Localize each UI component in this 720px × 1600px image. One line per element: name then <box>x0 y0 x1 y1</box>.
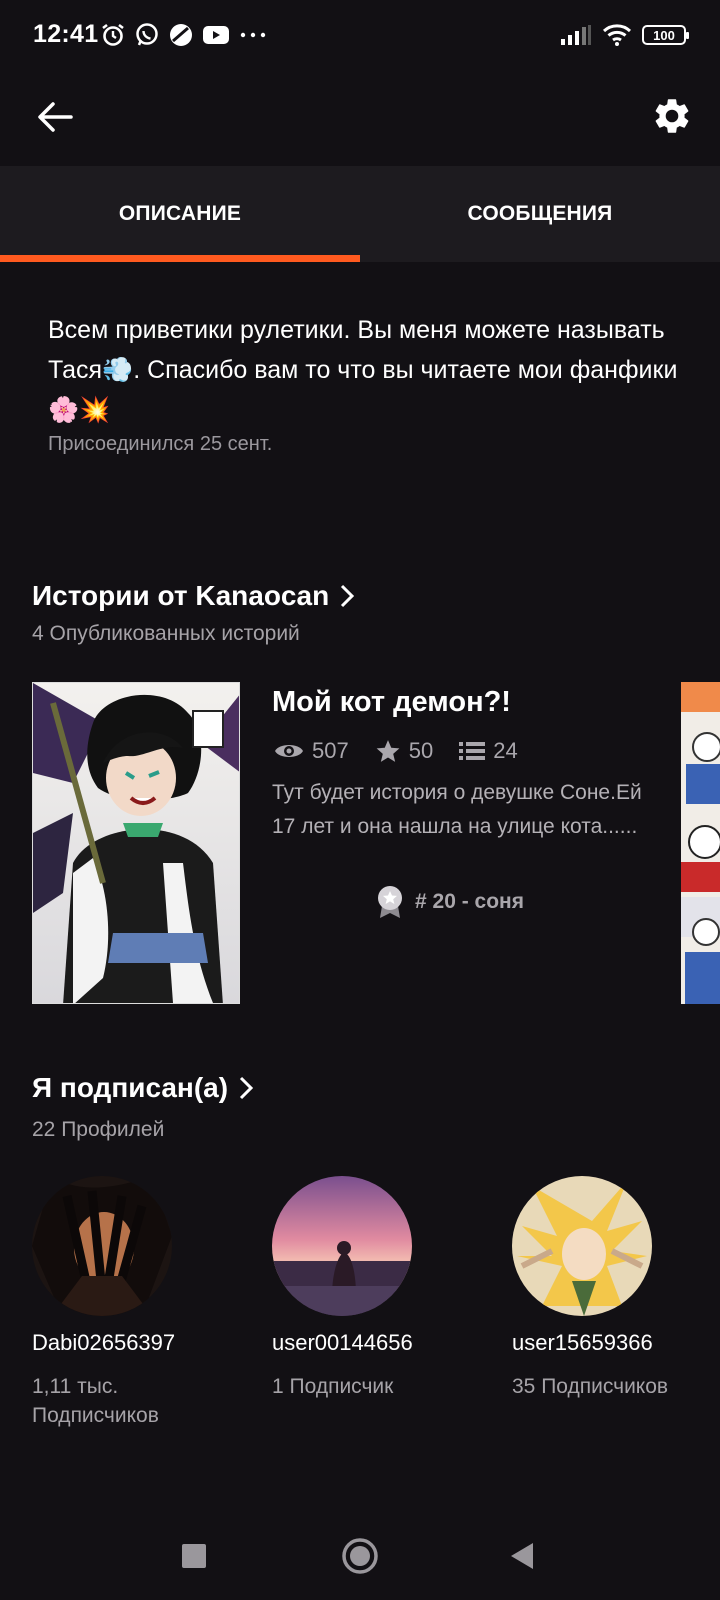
profile-followers: 1,11 тыс. Подписчиков <box>32 1375 159 1427</box>
avatar-image <box>272 1176 412 1316</box>
profile-card[interactable]: user15659366 35 Подписчиков <box>512 1176 720 1401</box>
browser-icon <box>170 24 192 46</box>
next-story-cover[interactable] <box>681 682 720 1004</box>
story-stats: 507 50 24 <box>274 736 544 766</box>
star-icon <box>376 740 400 762</box>
avatar-image <box>32 1176 172 1316</box>
avatar-image <box>512 1176 652 1316</box>
anime-cover-art <box>33 683 239 1003</box>
notification-icons <box>100 20 268 50</box>
back-arrow-icon <box>38 102 73 132</box>
views-stat: 507 <box>274 738 349 764</box>
story-cover-image[interactable] <box>32 682 240 1004</box>
stories-count: 4 Опубликованных историй <box>32 622 300 645</box>
battery-icon: 100 <box>642 25 689 45</box>
back-button[interactable] <box>30 92 80 142</box>
system-nav-bar <box>0 1510 720 1600</box>
rank-label: # 20 - соня <box>415 890 524 913</box>
home-circle-icon <box>342 1538 378 1574</box>
profile-name: user15659366 <box>512 1330 653 1355</box>
alarm-icon <box>102 23 124 46</box>
avatar <box>512 1176 652 1316</box>
parts-count: 24 <box>493 738 518 763</box>
top-app-bar <box>0 68 720 166</box>
story-title[interactable]: Мой кот демон?! <box>272 686 511 719</box>
eye-icon <box>275 745 303 757</box>
avatar <box>32 1176 172 1316</box>
stories-header[interactable]: Истории от Kanaocan <box>32 580 355 612</box>
profile-card[interactable]: Dabi02656397 1,11 тыс. Подписчиков <box>32 1176 242 1430</box>
gear-icon <box>655 99 689 133</box>
story-rank[interactable]: # 20 - соня <box>375 884 524 920</box>
votes-stat: 50 <box>375 738 433 764</box>
chevron-right-icon <box>341 584 355 608</box>
signal-icon <box>561 25 591 45</box>
joined-date: Присоединился 25 сент. <box>48 433 273 455</box>
profile-name: user00144656 <box>272 1330 413 1355</box>
avatar <box>272 1176 412 1316</box>
list-icon <box>459 742 486 760</box>
parts-stat: 24 <box>459 738 518 764</box>
triangle-back-icon <box>511 1543 533 1569</box>
settings-button[interactable] <box>644 88 700 144</box>
whatsapp-icon <box>136 23 158 46</box>
tab-messages[interactable]: СООБЩЕНИЯ <box>360 166 720 262</box>
system-status-icons: 100 <box>560 20 689 50</box>
stories-title: Истории от Kanaocan <box>32 580 330 611</box>
votes-count: 50 <box>408 738 434 763</box>
next-cover-art <box>681 682 720 1004</box>
profile-card[interactable]: user00144656 1 Подписчик <box>272 1176 482 1401</box>
following-count: 22 Профилей <box>32 1118 165 1141</box>
square-icon <box>182 1544 206 1568</box>
youtube-icon <box>203 26 229 44</box>
profile-description: Всем приветики рулетики. Вы меня можете … <box>48 316 678 424</box>
following-header[interactable]: Я подписан(а) <box>32 1072 254 1104</box>
wifi-icon <box>602 24 632 46</box>
profile-name: Dabi02656397 <box>32 1330 176 1355</box>
rank-badge-icon <box>378 886 402 918</box>
more-dots-icon <box>240 32 266 38</box>
status-bar: 12:41 100 <box>0 0 720 68</box>
back-nav-button[interactable] <box>494 1528 550 1584</box>
profile-followers: 1 Подписчик <box>272 1375 394 1398</box>
profile-followers: 35 Подписчиков <box>512 1375 669 1398</box>
chevron-right-icon <box>240 1076 254 1100</box>
tab-bar: ОПИСАНИЕ СООБЩЕНИЯ <box>0 166 720 262</box>
home-button[interactable] <box>332 1528 388 1584</box>
recents-button[interactable] <box>166 1528 222 1584</box>
views-count: 507 <box>312 738 349 763</box>
following-title: Я подписан(а) <box>32 1072 229 1103</box>
tab-description[interactable]: ОПИСАНИЕ <box>0 166 360 262</box>
story-description: Тут будет история о девушке Соне.Ей 17 л… <box>272 781 642 838</box>
status-time: 12:41 <box>33 20 99 48</box>
